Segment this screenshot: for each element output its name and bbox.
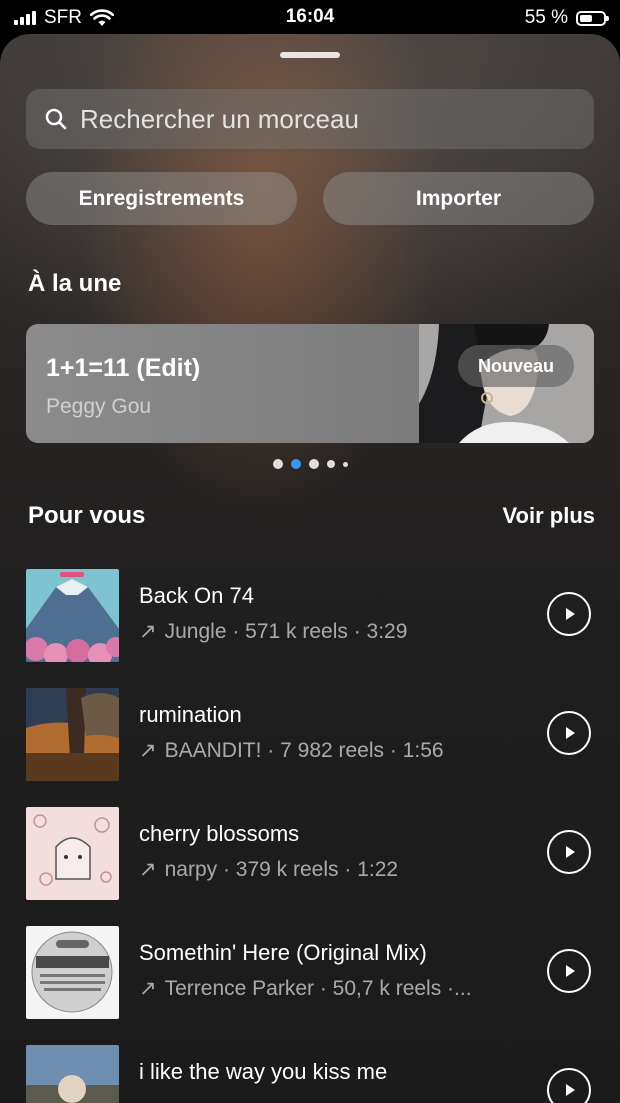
status-bar: SFR 16:04 55 % bbox=[0, 0, 620, 34]
play-button[interactable] bbox=[547, 1068, 591, 1103]
track-title: Somethin' Here (Original Mix) bbox=[139, 940, 427, 965]
track-row[interactable]: i like the way you kiss me bbox=[0, 1045, 620, 1103]
track-title: Back On 74 bbox=[139, 583, 254, 608]
track-row[interactable]: Somethin' Here (Original Mix) ↗ Terrence … bbox=[0, 926, 620, 1026]
play-button[interactable] bbox=[547, 830, 591, 874]
play-icon bbox=[566, 727, 575, 739]
track-row[interactable]: Back On 74 ↗ Jungle · 571 k reels · 3:29 bbox=[0, 569, 620, 669]
play-icon bbox=[566, 846, 575, 858]
track-meta: BAANDIT! · 7 982 reels · 1:56 bbox=[164, 739, 444, 762]
carousel-dot[interactable] bbox=[290, 459, 301, 469]
featured-section-title: À la une bbox=[28, 270, 122, 297]
album-cover-somethin-here bbox=[26, 926, 119, 1019]
track-meta: narpy · 379 k reels · 1:22 bbox=[164, 858, 399, 881]
carousel-page-dots[interactable] bbox=[0, 459, 620, 469]
music-sheet: Rechercher un morceau Enregistrements Im… bbox=[0, 34, 620, 1103]
album-cover-back-on-74 bbox=[26, 569, 119, 662]
search-icon bbox=[45, 108, 67, 130]
track-meta: Jungle · 571 k reels · 3:29 bbox=[164, 620, 408, 643]
album-cover-i-like-the-way-you-kiss-me bbox=[26, 1045, 119, 1103]
battery-percentage: 55 % bbox=[524, 7, 568, 28]
play-button[interactable] bbox=[547, 592, 591, 636]
sheet-drag-handle[interactable] bbox=[280, 52, 340, 58]
play-icon bbox=[566, 608, 575, 620]
new-badge: Nouveau bbox=[457, 345, 574, 387]
track-row[interactable]: rumination ↗ BAANDIT! · 7 982 reels · 1:5… bbox=[0, 688, 620, 788]
trending-arrow-icon: ↗ bbox=[139, 858, 157, 881]
trending-arrow-icon: ↗ bbox=[139, 977, 157, 1000]
carousel-dot[interactable] bbox=[308, 459, 319, 469]
carousel-dot[interactable] bbox=[326, 460, 335, 468]
play-button[interactable] bbox=[547, 711, 591, 755]
featured-track-title: 1+1=11 (Edit) bbox=[46, 354, 201, 382]
trending-arrow-icon: ↗ bbox=[139, 620, 157, 643]
import-button[interactable]: Importer bbox=[323, 172, 594, 225]
featured-track-artist: Peggy Gou bbox=[46, 395, 152, 418]
play-button[interactable] bbox=[547, 949, 591, 993]
play-icon bbox=[566, 965, 575, 977]
trending-arrow-icon: ↗ bbox=[139, 739, 157, 762]
carousel-dot[interactable] bbox=[342, 461, 348, 467]
album-cover-rumination bbox=[26, 688, 119, 781]
recordings-button[interactable]: Enregistrements bbox=[26, 172, 297, 225]
search-input[interactable]: Rechercher un morceau bbox=[26, 89, 594, 149]
track-meta: Terrence Parker · 50,7 k reels ·... bbox=[164, 977, 472, 1000]
see-more-link[interactable]: Voir plus bbox=[503, 503, 596, 529]
track-row[interactable]: cherry blossoms ↗ narpy · 379 k reels · 1… bbox=[0, 807, 620, 907]
carousel-dot[interactable] bbox=[272, 459, 283, 469]
play-icon bbox=[566, 1084, 575, 1096]
track-title: i like the way you kiss me bbox=[139, 1059, 388, 1084]
album-cover-cherry-blossoms bbox=[26, 807, 119, 900]
track-title: cherry blossoms bbox=[139, 821, 300, 846]
for-you-section-title: Pour vous bbox=[28, 502, 146, 529]
featured-track-card[interactable]: 1+1=11 (Edit) Peggy Gou Nouveau bbox=[26, 324, 594, 443]
track-title: rumination bbox=[139, 702, 242, 727]
battery-icon bbox=[576, 10, 609, 26]
search-placeholder: Rechercher un morceau bbox=[80, 103, 359, 134]
